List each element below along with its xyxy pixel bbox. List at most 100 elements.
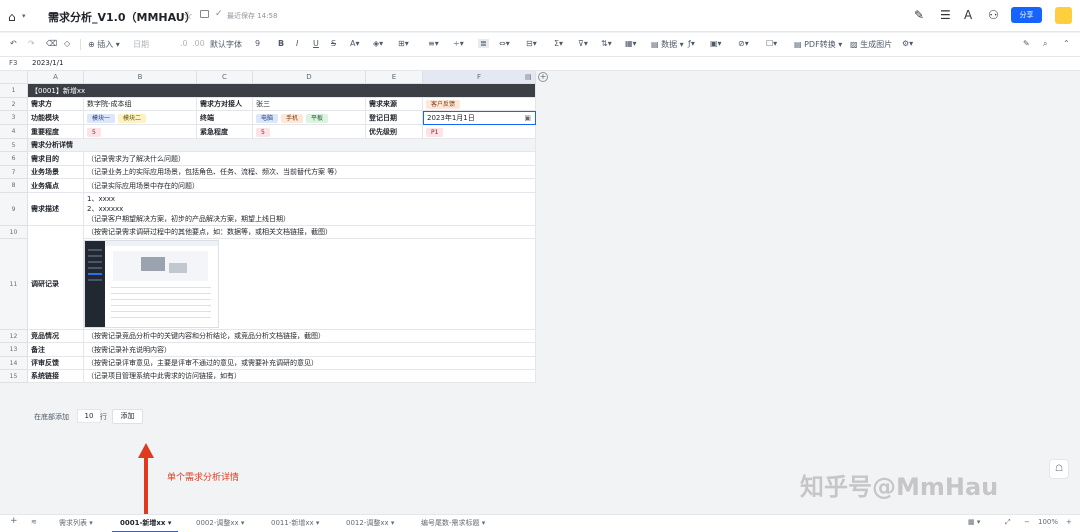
label-cell[interactable]: 需求来源 xyxy=(366,98,423,111)
row-header[interactable]: 12 xyxy=(0,330,28,343)
fill-color-icon[interactable]: ◈▾ xyxy=(373,39,383,48)
add-sheet-icon[interactable]: + xyxy=(10,516,18,526)
strikethrough-icon[interactable]: S xyxy=(331,39,336,48)
row-header[interactable]: 3 xyxy=(0,111,28,125)
label-cell[interactable]: 需求方对接人 xyxy=(197,98,253,111)
edit-icon[interactable]: ✎ xyxy=(914,8,924,22)
undo-icon[interactable]: ↶ xyxy=(10,39,17,48)
row-header[interactable]: 7 xyxy=(0,166,28,179)
value-cell[interactable]: P1 xyxy=(423,125,536,139)
label-cell[interactable]: 需求目的 xyxy=(28,152,84,166)
sheet-list-icon[interactable]: ≋ xyxy=(31,518,37,526)
sheet-tab[interactable]: 编号尾数-需求标题 ▾ xyxy=(421,518,485,528)
link-icon[interactable]: ⊘▾ xyxy=(738,39,749,48)
generate-image-button[interactable]: ▨ 生成图片 xyxy=(850,39,892,50)
label-cell[interactable]: 需求方 xyxy=(28,98,84,111)
content-cell[interactable]: （按需记录补充说明内容） xyxy=(84,343,536,357)
sort-icon[interactable]: ⇅▾ xyxy=(601,39,612,48)
sheet-tab[interactable]: 0011-新增xx ▾ xyxy=(271,518,319,528)
urgency-tag[interactable]: 5 xyxy=(256,128,270,137)
source-tag[interactable]: 客户反馈 xyxy=(426,100,461,109)
label-cell[interactable]: 登记日期 xyxy=(366,111,423,125)
font-family-select[interactable]: 默认字体 xyxy=(210,39,242,50)
insert-button[interactable]: ⊕ 插入 ▾ xyxy=(88,39,120,50)
star-icon[interactable]: ☆ xyxy=(183,9,193,22)
label-cell[interactable]: 优先级别 xyxy=(366,125,423,139)
collapse-icon[interactable]: ⌃ xyxy=(1063,39,1070,48)
row-header[interactable]: 15 xyxy=(0,370,28,383)
research-screenshot-image[interactable] xyxy=(84,240,219,328)
add-rows-count-input[interactable]: 10 xyxy=(77,409,101,423)
add-column-icon[interactable]: + xyxy=(538,72,548,82)
align-left-icon[interactable]: ≡▾ xyxy=(428,39,439,48)
redo-icon[interactable]: ↷ xyxy=(28,39,35,48)
label-cell[interactable]: 终端 xyxy=(197,111,253,125)
sheet-tab[interactable]: 需求列表 ▾ xyxy=(59,518,93,528)
search-icon[interactable]: ⌕ xyxy=(1043,39,1047,49)
research-image-cell[interactable] xyxy=(84,239,536,330)
label-cell[interactable]: 需求描述 xyxy=(28,193,84,226)
title-cell[interactable]: 【0001】新增xx xyxy=(28,84,536,98)
column-header-e[interactable]: E xyxy=(366,71,423,84)
chevron-down-icon[interactable]: ▾ xyxy=(22,12,26,20)
label-cell[interactable]: 重要程度 xyxy=(28,125,84,139)
terminal-tag[interactable]: 电脑 xyxy=(256,114,279,123)
format-painter-icon[interactable]: ⌫ xyxy=(46,39,57,48)
formula-input[interactable]: 2023/1/1 xyxy=(32,59,63,67)
label-cell[interactable]: 竞品情况 xyxy=(28,330,84,343)
row-header[interactable]: 11 xyxy=(0,239,28,330)
font-color-icon[interactable]: A▾ xyxy=(350,39,360,48)
calendar-icon[interactable]: ▣ xyxy=(524,112,531,124)
row-header[interactable]: 14 xyxy=(0,357,28,370)
row-header[interactable]: 5 xyxy=(0,139,28,152)
merge-cells-icon[interactable]: ⇔▾ xyxy=(499,39,510,48)
avatar[interactable] xyxy=(1055,7,1072,24)
comment-icon[interactable]: ☐▾ xyxy=(766,39,777,48)
toolbar-edit-icon[interactable]: ✎ xyxy=(1023,39,1030,48)
content-cell[interactable]: （记录实际应用场景中存在的问题） xyxy=(84,179,536,193)
label-cell[interactable]: 备注 xyxy=(28,343,84,357)
row-header[interactable]: 1 xyxy=(0,84,28,98)
column-header-a[interactable]: A xyxy=(28,71,84,84)
zoom-out-icon[interactable]: − xyxy=(1024,518,1030,526)
zoom-level[interactable]: 100% xyxy=(1038,518,1058,526)
add-user-icon[interactable]: ⚇ xyxy=(988,8,999,22)
section-header-cell[interactable]: 需求分析详情 xyxy=(28,139,536,152)
decimal-more-icon[interactable]: .00 xyxy=(192,39,205,48)
pdf-convert-button[interactable]: ▤ PDF转换 ▾ xyxy=(794,39,842,50)
label-cell[interactable]: 紧急程度 xyxy=(197,125,253,139)
grid-view-icon[interactable]: ▦ ▾ xyxy=(968,518,980,526)
value-cell[interactable]: 张三 xyxy=(253,98,366,111)
image-icon[interactable]: ▣▾ xyxy=(710,39,722,48)
date-cell-selected[interactable]: 2023年1月1日 ▣ xyxy=(423,111,536,125)
label-cell[interactable]: 功能模块 xyxy=(28,111,84,125)
fit-icon[interactable]: ⤢ xyxy=(1005,518,1011,527)
italic-icon[interactable]: I xyxy=(296,39,298,48)
home-icon[interactable]: ⌂ xyxy=(8,10,16,24)
freeze-icon[interactable]: ⊟▾ xyxy=(526,39,537,48)
row-header[interactable]: 8 xyxy=(0,179,28,193)
clear-format-icon[interactable]: ◇ xyxy=(64,39,70,48)
content-cell[interactable]: （按需记录需求调研过程中的其他要点，如：数据等，或相关文档链接，截图） xyxy=(84,226,536,239)
formula-icon[interactable]: ƒ▾ xyxy=(688,39,695,48)
module-tag[interactable]: 模块二 xyxy=(118,114,147,123)
value-cell[interactable]: 客户反馈 xyxy=(423,98,536,111)
sheet-tab[interactable]: 0012-调整xx ▾ xyxy=(346,518,394,528)
row-header[interactable]: 6 xyxy=(0,152,28,166)
content-cell[interactable]: 1、xxxx 2、xxxxxx （记录客户期望解决方案，初步的产品解决方案，期望… xyxy=(84,193,536,226)
label-cell[interactable]: 调研记录 xyxy=(28,239,84,330)
row-header[interactable]: 4 xyxy=(0,125,28,139)
date-format-button[interactable]: 日期 xyxy=(133,39,149,50)
terminal-tag[interactable]: 平板 xyxy=(306,114,329,123)
terminal-tag[interactable]: 手机 xyxy=(281,114,304,123)
value-cell[interactable]: 模块一 模块二 xyxy=(84,111,197,125)
value-cell[interactable]: 电脑 手机 平板 xyxy=(253,111,366,125)
module-tag[interactable]: 模块一 xyxy=(87,114,116,123)
value-cell[interactable]: 数字院-成本组 xyxy=(84,98,197,111)
value-cell[interactable]: 5 xyxy=(84,125,197,139)
sheet-tab-active[interactable]: 0001-新增xx ▾ xyxy=(120,518,171,528)
column-header-c[interactable]: C xyxy=(197,71,253,84)
menu-icon[interactable]: ☰ xyxy=(940,8,951,22)
cell-reference[interactable]: F3 xyxy=(9,59,17,67)
priority-tag[interactable]: P1 xyxy=(426,128,444,137)
